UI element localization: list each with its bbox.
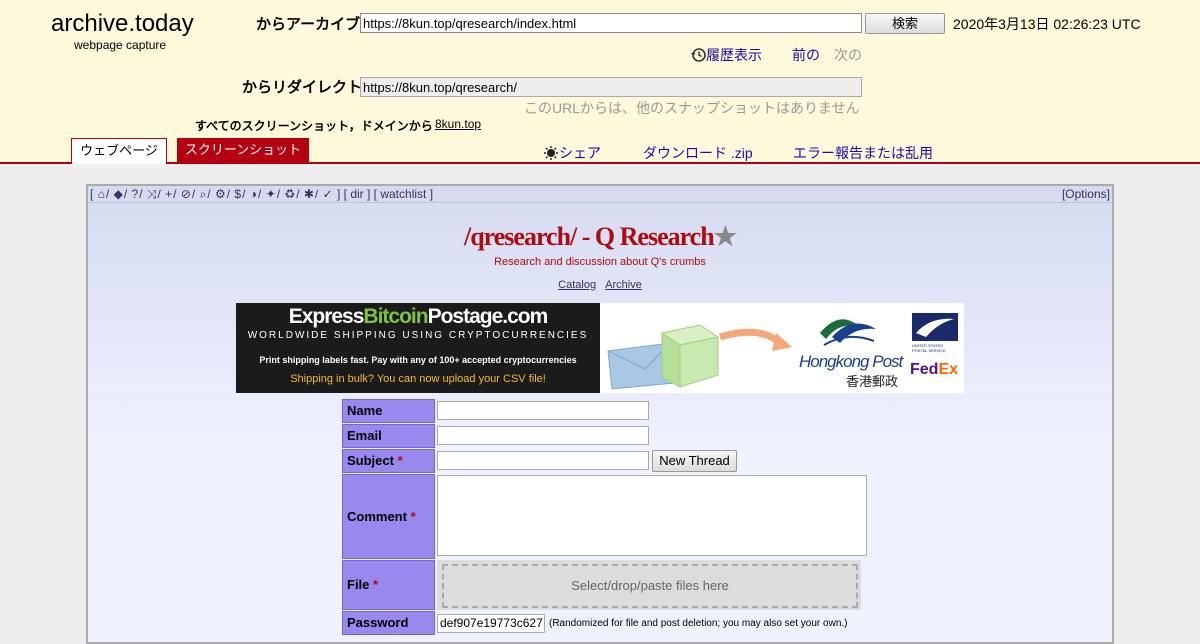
fedex-logo: FedEx [910, 361, 959, 378]
redirect-url-field: https://8kun.top/qresearch/ [360, 77, 862, 97]
file-required-mark: * [373, 577, 379, 592]
download-zip-link[interactable]: ダウンロード .zip [643, 143, 753, 163]
board-title-text: /qresearch/ - Q Research [464, 222, 715, 251]
banner-brand: ExpressBitcoinPostage.com [288, 305, 549, 328]
archive-url-input[interactable]: https://8kun.top/qresearch/index.html [360, 13, 862, 33]
tab-screenshot[interactable]: スクリーンショット [177, 138, 309, 162]
file-label: File * [342, 560, 435, 610]
archive-header: archive.today webpage capture からアーカイブ ht… [0, 0, 1200, 164]
hk-post-text: Hongkong Post [799, 352, 903, 371]
report-abuse-link[interactable]: エラー報告または乱用 [793, 143, 933, 163]
plus-icon[interactable]: + [165, 186, 172, 202]
share-link[interactable]: シェア [543, 143, 601, 163]
comment-label: Comment * [342, 474, 435, 559]
catalog-link[interactable]: Catalog [558, 279, 596, 291]
domain-link[interactable]: 8kun.top [435, 117, 481, 131]
random-icon[interactable]: ⤨ [147, 186, 157, 202]
captured-page: [ ⌂/ ◆/ ?/ ⤨/ +/ ⊘/ ⌕/ ⚙/ $/ ◑/ ✦/ ♻/ ✱/… [86, 184, 1114, 644]
options-link[interactable]: [Options] [1062, 186, 1110, 202]
gear-icon[interactable]: ⚙ [215, 186, 226, 202]
password-input[interactable]: def907e19773c627 [437, 614, 545, 633]
subject-input[interactable] [437, 451, 649, 470]
history-icon [691, 48, 706, 62]
brand-logo[interactable]: archive.today [51, 10, 194, 38]
archive-link[interactable]: Archive [605, 279, 642, 291]
arrow-icon [718, 328, 783, 346]
dollar-icon[interactable]: $ [234, 186, 241, 202]
password-hint: (Randomized for file and post deletion; … [549, 618, 848, 629]
comment-required-mark: * [410, 509, 416, 524]
new-thread-button[interactable]: New Thread [652, 450, 737, 472]
name-input[interactable] [437, 401, 649, 420]
bug-icon[interactable]: ✱ [304, 186, 314, 202]
all-screenshots-label: すべてのスクリーンショット，ドメインから [195, 119, 433, 133]
archive-label: からアーカイブ [256, 16, 361, 33]
recycle-icon[interactable]: ♻ [284, 186, 295, 202]
history-link[interactable]: 履歴表示 [690, 45, 762, 65]
banner-line1: Print shipping labels fast. Pay with any… [259, 355, 577, 365]
search-icon[interactable]: ⌕ [200, 186, 207, 202]
no-snapshots-note: このURLからは、他のスナップショットはありません [524, 100, 860, 116]
share-label[interactable]: シェア [559, 145, 601, 161]
board-title: /qresearch/ - Q Research★ [88, 222, 1112, 252]
capture-timestamp: 2020年3月13日 02:26:23 UTC [953, 16, 1141, 32]
banner-ad[interactable]: ExpressBitcoinPostage.com WORLDWIDE SHIP… [236, 303, 964, 393]
ban-icon[interactable]: ⊘ [181, 186, 191, 202]
usps-text: UNITED STATES POSTAL SERVICE [912, 343, 946, 353]
share-icon [544, 146, 558, 160]
history-label[interactable]: 履歴表示 [706, 47, 762, 63]
contrast-icon[interactable]: ◑ [250, 186, 257, 202]
redirect-label: からリダイレクト [242, 79, 363, 96]
email-label: Email [342, 424, 435, 448]
topbar-dir-link[interactable]: dir [350, 187, 363, 201]
brand-subtitle: webpage capture [74, 38, 167, 52]
next-link: 次の [834, 47, 862, 63]
board-topbar: [ ⌂/ ◆/ ?/ ⤨/ +/ ⊘/ ⌕/ ⚙/ $/ ◑/ ✦/ ♻/ ✱/… [88, 186, 1112, 203]
home-icon[interactable]: ⌂ [98, 186, 105, 202]
banner-right: Hongkong Post 香港郵政 UNITED STATES POSTAL … [600, 303, 964, 393]
banner-graphic [607, 313, 958, 390]
tab-webpage[interactable]: ウェブページ [71, 138, 167, 164]
topbar-watchlist-link[interactable]: watchlist [380, 187, 426, 201]
file-dropzone[interactable]: Select/drop/paste files here [442, 564, 858, 608]
banner-line2: Shipping in bulk? You can now upload you… [290, 373, 546, 385]
comment-textarea[interactable] [437, 475, 867, 556]
hk-post-cn-text: 香港郵政 [846, 374, 899, 389]
check-icon[interactable]: ✓ [323, 186, 333, 202]
help-icon[interactable]: ? [132, 186, 139, 202]
board-links: Catalog Archive [88, 279, 1112, 291]
star-icon[interactable]: ★ [714, 222, 737, 251]
search-button[interactable]: 検索 [865, 13, 945, 34]
prev-link[interactable]: 前の [792, 45, 820, 65]
banner-tagline: WORLDWIDE SHIPPING USING CRYPTOCURRENCIE… [247, 330, 589, 341]
email-input[interactable] [437, 426, 649, 445]
twitter-icon[interactable]: ✦ [266, 186, 276, 202]
tag-icon[interactable]: ◆ [114, 186, 123, 202]
subject-required-mark: * [397, 453, 403, 468]
name-label: Name [342, 399, 435, 423]
banner-left: ExpressBitcoinPostage.com WORLDWIDE SHIP… [236, 303, 600, 393]
subject-label: Subject * [342, 449, 435, 473]
board-subtitle: Research and discussion about Q's crumbs [494, 256, 706, 268]
password-label: Password [342, 611, 435, 635]
